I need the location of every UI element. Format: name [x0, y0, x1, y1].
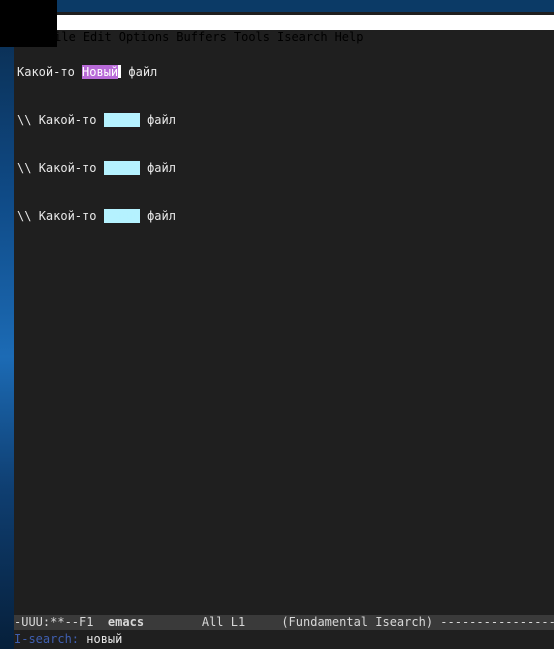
- modeline-modes: (Fundamental Isearch): [281, 615, 434, 629]
- buffer-line: \\ Какой-то Новый файл: [17, 160, 176, 176]
- modeline-status: -UUU:**--F1: [14, 615, 108, 629]
- line-text-after: файл: [139, 161, 176, 175]
- line-prefix: \\: [17, 209, 39, 223]
- minibuffer[interactable]: I-search: новый: [14, 631, 554, 647]
- mode-line: -UUU:**--F1 emacs All L1 (Fundamental Is…: [14, 615, 554, 630]
- buffer-line: Какой-то Новый файл: [17, 64, 176, 80]
- buffer-line: \\ Какой-то Новый файл: [17, 208, 176, 224]
- line-prefix: \\: [17, 161, 39, 175]
- menu-bar: File Edit Options Buffers Tools Isearch Help: [14, 15, 554, 44]
- buffer-line: \\ Какой-то Новый файл: [17, 112, 176, 128]
- line-text-after: файл: [121, 65, 158, 79]
- line-text-after: файл: [139, 209, 176, 223]
- emacs-terminal-window[interactable]: File Edit Options Buffers Tools Isearch Help К…: [14, 12, 554, 649]
- isearch-query[interactable]: новый: [86, 632, 122, 646]
- menu-buffers[interactable]: Buffers: [176, 30, 227, 45]
- isearch-prompt: I-search:: [14, 632, 87, 646]
- modeline-buffer-name: emacs: [107, 615, 145, 629]
- search-match-highlight: Новый: [103, 161, 140, 175]
- line-text-before: Какой-то: [38, 113, 104, 127]
- modeline-position: All L1: [144, 615, 282, 629]
- menu-tools[interactable]: Tools: [234, 30, 270, 45]
- line-text-after: файл: [139, 113, 176, 127]
- menu-help[interactable]: Help: [335, 30, 364, 45]
- line-prefix: \\: [17, 113, 39, 127]
- line-text-before: Какой-то: [17, 65, 83, 79]
- modeline-fill: -----------------------: [440, 615, 554, 629]
- menu-isearch[interactable]: Isearch: [277, 30, 328, 45]
- window-corner-overlay: [0, 0, 57, 47]
- line-text-before: Какой-то: [38, 209, 104, 223]
- search-match-highlight: Новый: [103, 209, 140, 223]
- search-match-highlight: Новый: [103, 113, 140, 127]
- line-text-before: Какой-то: [38, 161, 104, 175]
- buffer-text-area[interactable]: Какой-то Новый файл \\ Какой-то Новый фа…: [17, 32, 176, 256]
- search-match-current: Новый: [82, 65, 119, 79]
